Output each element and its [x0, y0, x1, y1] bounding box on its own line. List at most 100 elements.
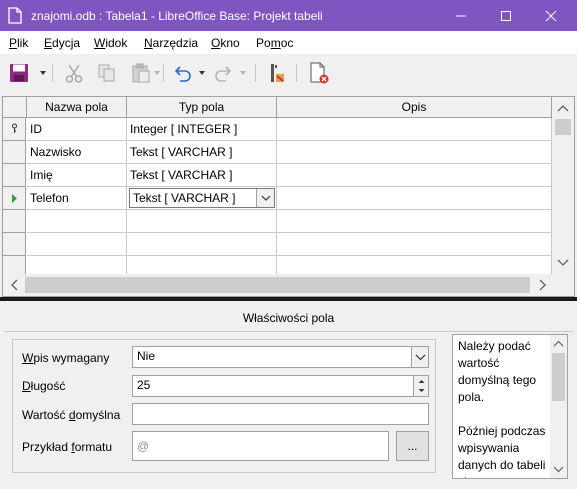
minimize-icon [456, 15, 466, 17]
index-design-button[interactable] [308, 62, 330, 84]
current-row-arrow-icon [12, 194, 17, 203]
menu-narzedzia[interactable]: Narzędzia [144, 36, 198, 50]
toolbar-separator [163, 64, 164, 82]
description-cell[interactable] [277, 187, 552, 210]
help-scrollbar[interactable] [550, 335, 567, 478]
row-header[interactable] [3, 164, 26, 187]
scroll-up-icon[interactable] [550, 336, 567, 352]
paste-dropdown-icon[interactable] [154, 71, 160, 75]
row-header[interactable] [3, 210, 26, 233]
close-button[interactable] [536, 4, 566, 28]
menu-widok[interactable]: Widok [94, 36, 127, 50]
field-properties-panel: Właściwości pola Wpis wymagany Nie Długo… [0, 301, 577, 489]
spin-down-icon[interactable] [414, 386, 429, 396]
length-spin-buttons[interactable] [413, 376, 428, 396]
undo-icon [174, 66, 191, 82]
column-header-field-name[interactable]: Nazwa pola [27, 97, 127, 118]
field-name-cell[interactable]: Telefon [27, 187, 127, 210]
primary-key-button[interactable] [266, 62, 288, 84]
title-bar: znajomi.odb : Tabela1 - LibreOffice Base… [0, 0, 577, 31]
field-type-cell[interactable]: Integer [ INTEGER ] [127, 118, 277, 141]
spin-up-icon[interactable] [414, 376, 429, 386]
row-header[interactable] [3, 118, 26, 141]
grid-horizontal-scrollbar[interactable] [3, 274, 552, 296]
scroll-down-icon[interactable] [552, 252, 574, 272]
scroll-left-icon[interactable] [5, 274, 25, 296]
undo-button[interactable] [171, 62, 193, 84]
toolbar [0, 54, 577, 93]
field-name-cell[interactable] [27, 233, 127, 256]
table-row[interactable] [3, 233, 552, 256]
redo-dropdown-icon[interactable] [240, 71, 246, 75]
field-design-grid: Nazwa pola Typ pola Opis ID Integer [ IN… [2, 96, 575, 297]
cut-button[interactable] [63, 62, 85, 84]
description-cell[interactable] [277, 233, 552, 256]
scroll-right-icon[interactable] [532, 274, 552, 296]
field-type-cell[interactable] [127, 210, 277, 233]
save-button[interactable] [8, 62, 30, 84]
properties-title: Właściwości pola [242, 311, 335, 325]
scroll-up-icon[interactable] [552, 99, 574, 119]
grid-vertical-scrollbar[interactable] [552, 97, 574, 274]
row-header[interactable] [3, 233, 26, 256]
properties-divider [4, 331, 573, 332]
copy-button[interactable] [96, 62, 118, 84]
column-header-description[interactable]: Opis [277, 97, 552, 118]
field-type-cell[interactable] [127, 233, 277, 256]
paste-icon [132, 63, 150, 83]
field-type-combo-cell[interactable]: Tekst [ VARCHAR ] [127, 187, 277, 210]
redo-button[interactable] [213, 62, 235, 84]
row-header[interactable] [3, 141, 26, 164]
field-name-cell[interactable] [27, 210, 127, 233]
field-type-cell[interactable]: Tekst [ VARCHAR ] [127, 141, 277, 164]
menu-edycja[interactable]: Edycja [44, 36, 80, 50]
close-icon [545, 10, 557, 22]
scroll-thumb[interactable] [25, 277, 530, 293]
description-cell[interactable] [277, 141, 552, 164]
row-header[interactable] [3, 187, 26, 210]
row-header[interactable] [3, 256, 26, 274]
chevron-down-icon [261, 195, 271, 201]
field-type-combobox[interactable]: Tekst [ VARCHAR ] [129, 188, 275, 208]
field-name-cell[interactable] [27, 256, 127, 274]
cut-icon [65, 64, 83, 83]
format-button[interactable]: ... [396, 431, 429, 461]
field-type-dropdown-button[interactable] [256, 189, 274, 207]
description-cell[interactable] [277, 118, 552, 141]
scroll-thumb[interactable] [555, 119, 571, 135]
field-type-cell[interactable]: Tekst [ VARCHAR ] [127, 164, 277, 187]
menu-plik[interactable]: Plik [9, 36, 28, 50]
scroll-down-icon[interactable] [550, 461, 567, 477]
menu-okno[interactable]: Okno [211, 36, 240, 50]
window-title: znajomi.odb : Tabela1 - LibreOffice Base… [31, 9, 323, 23]
description-cell[interactable] [277, 164, 552, 187]
field-name-cell[interactable]: ID [27, 118, 127, 141]
required-dropdown-button[interactable] [411, 347, 428, 367]
table-row[interactable] [3, 210, 552, 233]
default-value-input[interactable] [132, 403, 429, 425]
table-row[interactable] [3, 256, 552, 274]
scroll-thumb[interactable] [552, 353, 565, 401]
table-row[interactable]: Telefon Tekst [ VARCHAR ] [3, 187, 552, 210]
table-row[interactable]: Imię Tekst [ VARCHAR ] [3, 164, 552, 187]
paste-button[interactable] [130, 62, 152, 84]
maximize-button[interactable] [491, 4, 521, 28]
menu-pomoc[interactable]: Pomoc [256, 36, 293, 50]
primary-key-icon [271, 64, 284, 82]
field-name-cell[interactable]: Nazwisko [27, 141, 127, 164]
scrollbar-corner [552, 274, 574, 296]
description-cell[interactable] [277, 210, 552, 233]
redo-icon [215, 66, 232, 82]
table-row[interactable]: ID Integer [ INTEGER ] [3, 118, 552, 141]
required-select[interactable]: Nie [132, 346, 429, 368]
minimize-button[interactable] [446, 4, 476, 28]
field-type-cell[interactable] [127, 256, 277, 274]
undo-dropdown-icon[interactable] [199, 71, 205, 75]
description-cell[interactable] [277, 256, 552, 274]
table-row[interactable]: Nazwisko Tekst [ VARCHAR ] [3, 141, 552, 164]
field-name-cell[interactable]: Imię [27, 164, 127, 187]
save-dropdown-icon[interactable] [40, 71, 46, 75]
length-spinner[interactable]: 25 [132, 375, 429, 397]
column-header-field-type[interactable]: Typ pola [127, 97, 277, 118]
toolbar-separator [296, 64, 297, 82]
